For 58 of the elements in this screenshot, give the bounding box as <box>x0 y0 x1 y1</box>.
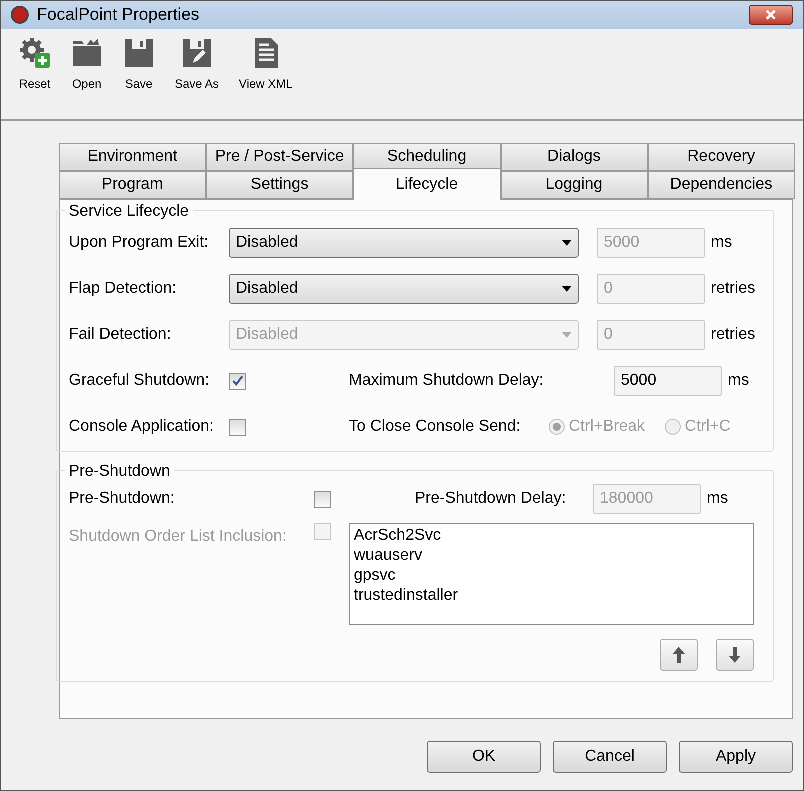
list-item[interactable]: AcrSch2Svc <box>354 526 749 546</box>
dialog-button[interactable]: Cancel <box>553 741 667 773</box>
field-label: Flap Detection: <box>69 279 178 299</box>
caret-icon <box>562 240 572 246</box>
tab[interactable]: Lifecycle <box>353 168 501 200</box>
unit-label: ms <box>728 371 750 391</box>
dropdown[interactable]: Disabled <box>229 274 579 304</box>
arrow-up-icon <box>672 646 686 664</box>
app-logo-icon <box>11 6 29 24</box>
radio-label: Ctrl+Break <box>569 417 646 437</box>
unit-label: ms <box>707 489 728 509</box>
checkbox[interactable] <box>229 418 246 436</box>
checkbox[interactable] <box>229 372 246 390</box>
toolbar-button[interactable]: View XML <box>237 37 295 93</box>
close-button[interactable] <box>749 5 793 25</box>
toolbar-button[interactable]: Reset <box>17 37 53 93</box>
list-item[interactable]: trustedinstaller <box>354 586 749 606</box>
toolbar-button[interactable]: Save As <box>173 37 222 93</box>
tab[interactable]: Dependencies <box>648 171 796 199</box>
unit-label: ms <box>711 233 732 253</box>
list-item[interactable]: gpsvc <box>354 566 749 586</box>
floppy-disk-pencil-icon <box>181 37 214 69</box>
unit-label: retries <box>711 279 756 299</box>
field-label: To Close Console Send: <box>349 417 522 437</box>
window-title: FocalPoint Properties <box>37 4 200 26</box>
tab[interactable]: Dialogs <box>500 143 648 171</box>
folder-icon <box>71 37 103 69</box>
number-field[interactable]: 5000 <box>614 366 722 396</box>
field-label: Pre-Shutdown: <box>69 489 176 509</box>
tab[interactable]: Settings <box>206 171 354 199</box>
radio-label: Ctrl+C <box>685 417 731 437</box>
field-label: Console Application: <box>69 417 215 437</box>
checkbox[interactable] <box>314 490 331 508</box>
field-label: Pre-Shutdown Delay: <box>415 489 568 509</box>
move-up-button[interactable] <box>660 639 698 671</box>
field-label: Shutdown Order List Inclusion: <box>69 527 288 547</box>
gear-plus-icon <box>19 37 51 69</box>
move-down-button[interactable] <box>716 639 754 671</box>
tab[interactable]: Logging <box>500 171 648 199</box>
close-icon <box>765 9 777 21</box>
dropdown[interactable]: Disabled <box>229 228 579 258</box>
caret-icon <box>562 286 572 292</box>
field-label: Graceful Shutdown: <box>69 371 211 391</box>
tab[interactable]: Environment <box>59 143 206 171</box>
tab[interactable]: Program <box>59 171 206 199</box>
field-label: Fail Detection: <box>69 325 172 345</box>
field-label: Maximum Shutdown Delay: <box>349 371 545 391</box>
field-label: Upon Program Exit: <box>69 233 210 253</box>
toolbar-button[interactable]: Open <box>69 37 105 93</box>
tab[interactable]: Pre / Post-Service <box>206 143 354 171</box>
dialog-button[interactable]: Apply <box>679 741 793 773</box>
toolbar-button[interactable]: Save <box>121 37 157 93</box>
tab[interactable]: Recovery <box>648 143 796 171</box>
arrow-down-icon <box>728 646 742 664</box>
dialog-button[interactable]: OK <box>427 741 541 773</box>
list-item[interactable]: wuauserv <box>354 546 749 566</box>
unit-label: retries <box>711 325 756 345</box>
caret-icon <box>562 332 572 338</box>
